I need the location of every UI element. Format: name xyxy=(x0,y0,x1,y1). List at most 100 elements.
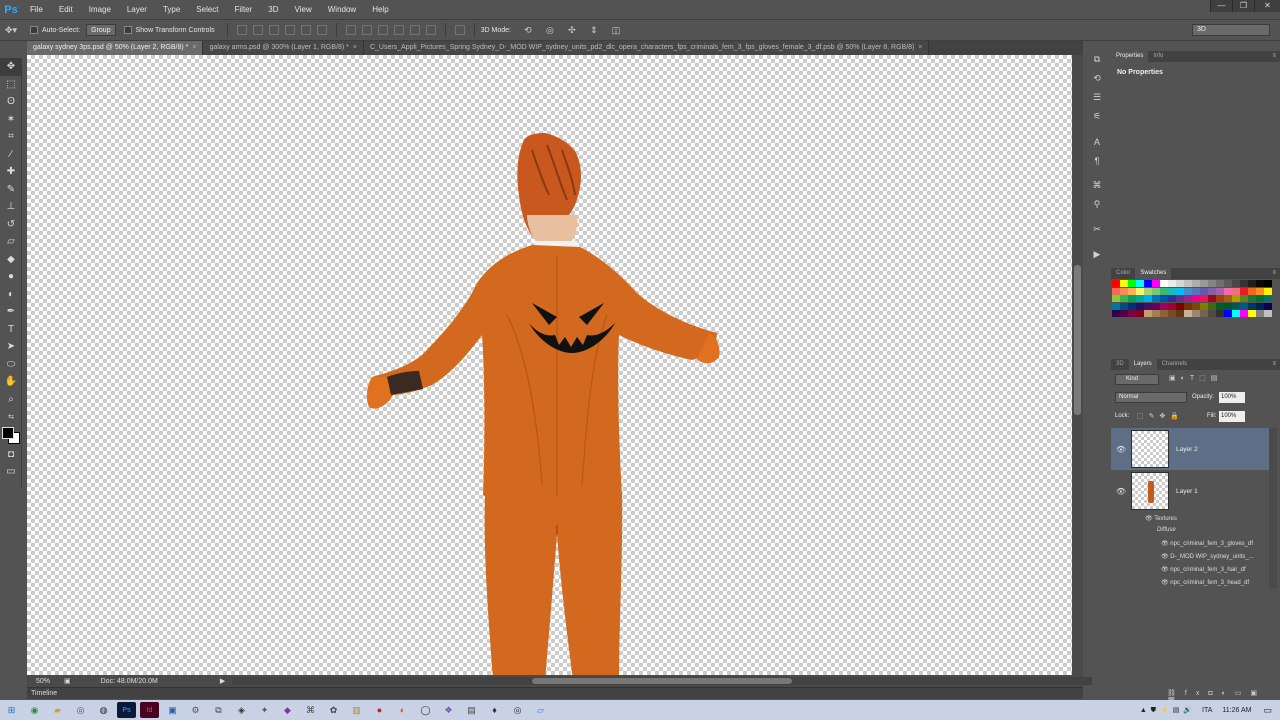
eye-icon[interactable]: 👁 xyxy=(1111,487,1131,496)
color-swatch[interactable] xyxy=(1200,302,1208,310)
tab-swatches[interactable]: Swatches xyxy=(1135,268,1172,279)
app-icon[interactable]: ◯ xyxy=(416,702,435,718)
color-swatch[interactable] xyxy=(1160,287,1168,295)
menu-help[interactable]: Help xyxy=(364,0,396,19)
color-swatch[interactable] xyxy=(1200,310,1208,317)
3d-drag-icon[interactable]: ✣ xyxy=(564,23,580,37)
3d-scale-icon[interactable]: ◫ xyxy=(608,23,624,37)
color-swatch[interactable] xyxy=(1112,287,1120,295)
panel-menu-icon[interactable]: ≡ xyxy=(1272,51,1280,62)
brush-presets-icon[interactable]: ✂ xyxy=(1085,220,1109,239)
layer-name[interactable]: Layer 1 xyxy=(1176,488,1198,495)
start-icon[interactable]: ⊞ xyxy=(2,702,21,718)
color-swatch[interactable] xyxy=(1136,287,1144,295)
app-icon[interactable]: ◆ xyxy=(278,702,297,718)
color-swatch[interactable] xyxy=(1224,310,1232,317)
auto-select-dropdown[interactable]: Group xyxy=(86,24,116,36)
panel-menu-icon[interactable]: ≡ xyxy=(1272,268,1280,279)
screen-mode-icon[interactable]: ▭ xyxy=(0,463,22,481)
app-icon[interactable]: ⌘ xyxy=(301,702,320,718)
eye-icon[interactable]: 👁 xyxy=(1161,567,1170,573)
align-vcenter-icon[interactable] xyxy=(252,25,263,35)
crop-tool-icon[interactable]: ⌗ xyxy=(0,128,22,146)
color-swatch[interactable] xyxy=(1200,280,1208,287)
auto-align-icon[interactable] xyxy=(454,25,465,35)
color-swatch[interactable] xyxy=(1176,287,1184,295)
color-swatch[interactable] xyxy=(1176,280,1184,287)
type-tool-icon[interactable]: T xyxy=(0,321,22,339)
color-swatch[interactable] xyxy=(1208,310,1216,317)
color-swatch[interactable] xyxy=(1136,295,1144,302)
app-icon[interactable]: ✦ xyxy=(255,702,274,718)
eye-icon[interactable]: 👁 xyxy=(1161,541,1170,547)
app-icon[interactable]: ✿ xyxy=(324,702,343,718)
history-brush-tool-icon[interactable]: ↺ xyxy=(0,216,22,234)
photoshop-taskbar-icon[interactable]: Ps xyxy=(117,702,136,718)
color-swatch[interactable] xyxy=(1216,280,1224,287)
explorer-icon[interactable]: ▰ xyxy=(48,702,67,718)
color-swatch[interactable] xyxy=(1192,295,1200,302)
tab-3d[interactable]: 3D xyxy=(1111,359,1129,370)
color-swatch[interactable] xyxy=(1192,287,1200,295)
textures-row[interactable]: 👁 Textures xyxy=(1145,515,1177,522)
close-tab-icon[interactable]: × xyxy=(353,44,357,51)
color-swatch[interactable] xyxy=(1112,310,1120,317)
color-swatch[interactable] xyxy=(1128,280,1136,287)
color-swatch[interactable] xyxy=(1144,280,1152,287)
app-icon[interactable]: ◎ xyxy=(71,702,90,718)
color-swatch[interactable] xyxy=(1240,287,1248,295)
texture-item[interactable]: 👁 npc_criminal_fem_3_gloves_df xyxy=(1161,540,1253,547)
color-swatch[interactable] xyxy=(1240,280,1248,287)
language-indicator[interactable]: ITA xyxy=(1202,707,1212,714)
color-swatch[interactable] xyxy=(1232,295,1240,302)
close-button[interactable]: ✕ xyxy=(1254,0,1280,12)
tab-color[interactable]: Color xyxy=(1111,268,1135,279)
opacity-value[interactable]: 100% xyxy=(1219,392,1245,403)
foreground-color-swatch[interactable] xyxy=(2,426,14,439)
3d-roll-icon[interactable]: ◎ xyxy=(542,23,558,37)
minimize-button[interactable]: — xyxy=(1210,0,1232,12)
color-swatch[interactable] xyxy=(1128,302,1136,310)
menu-type[interactable]: Type xyxy=(155,0,188,19)
layer-row[interactable]: 👁 Layer 1 xyxy=(1111,470,1269,512)
app-icon[interactable]: ◈ xyxy=(232,702,251,718)
color-swatch[interactable] xyxy=(1120,280,1128,287)
color-swatch[interactable] xyxy=(1240,310,1248,317)
color-swatch[interactable] xyxy=(1120,310,1128,317)
color-swatch[interactable] xyxy=(1256,287,1264,295)
quick-mask-icon[interactable]: ◘ xyxy=(0,446,22,464)
eraser-tool-icon[interactable]: ▱ xyxy=(0,233,22,251)
color-swatch[interactable] xyxy=(1128,287,1136,295)
color-swatch[interactable] xyxy=(1200,287,1208,295)
zoom-level[interactable]: 50% xyxy=(36,678,60,685)
eyedropper-tool-icon[interactable]: ⁄ xyxy=(0,146,22,164)
3d-rotate-icon[interactable]: ⟲ xyxy=(520,23,536,37)
distribute-left-icon[interactable] xyxy=(393,25,404,35)
color-swatch[interactable] xyxy=(1264,295,1272,302)
color-swatch[interactable] xyxy=(1168,310,1176,317)
menu-3d[interactable]: 3D xyxy=(260,0,286,19)
color-swatch[interactable] xyxy=(1256,295,1264,302)
eye-icon[interactable]: 👁 xyxy=(1161,554,1170,560)
color-swatch[interactable] xyxy=(1184,287,1192,295)
color-swatch[interactable] xyxy=(1264,287,1272,295)
vertical-scrollbar[interactable] xyxy=(1072,55,1083,675)
color-swatch[interactable] xyxy=(1192,280,1200,287)
color-swatch[interactable] xyxy=(1216,295,1224,302)
menu-file[interactable]: File xyxy=(22,0,51,19)
layers-scrollbar[interactable] xyxy=(1269,428,1277,588)
app-icon[interactable]: Id xyxy=(140,702,159,718)
blend-mode-dropdown[interactable]: Normal xyxy=(1115,392,1187,403)
app-icon[interactable]: ▥ xyxy=(347,702,366,718)
app-icon[interactable]: ▤ xyxy=(462,702,481,718)
auto-select-checkbox[interactable] xyxy=(30,26,38,34)
document-canvas[interactable] xyxy=(27,55,1072,675)
color-swatch[interactable] xyxy=(1176,295,1184,302)
texture-item[interactable]: 👁 npc_criminal_fem_3_head_df xyxy=(1161,579,1249,586)
color-swatch[interactable] xyxy=(1248,302,1256,310)
show-transform-checkbox[interactable] xyxy=(123,26,132,34)
color-swatch[interactable] xyxy=(1120,295,1128,302)
tab-properties[interactable]: Properties xyxy=(1111,51,1149,62)
color-swatch[interactable] xyxy=(1224,295,1232,302)
color-swatch[interactable] xyxy=(1256,280,1264,287)
